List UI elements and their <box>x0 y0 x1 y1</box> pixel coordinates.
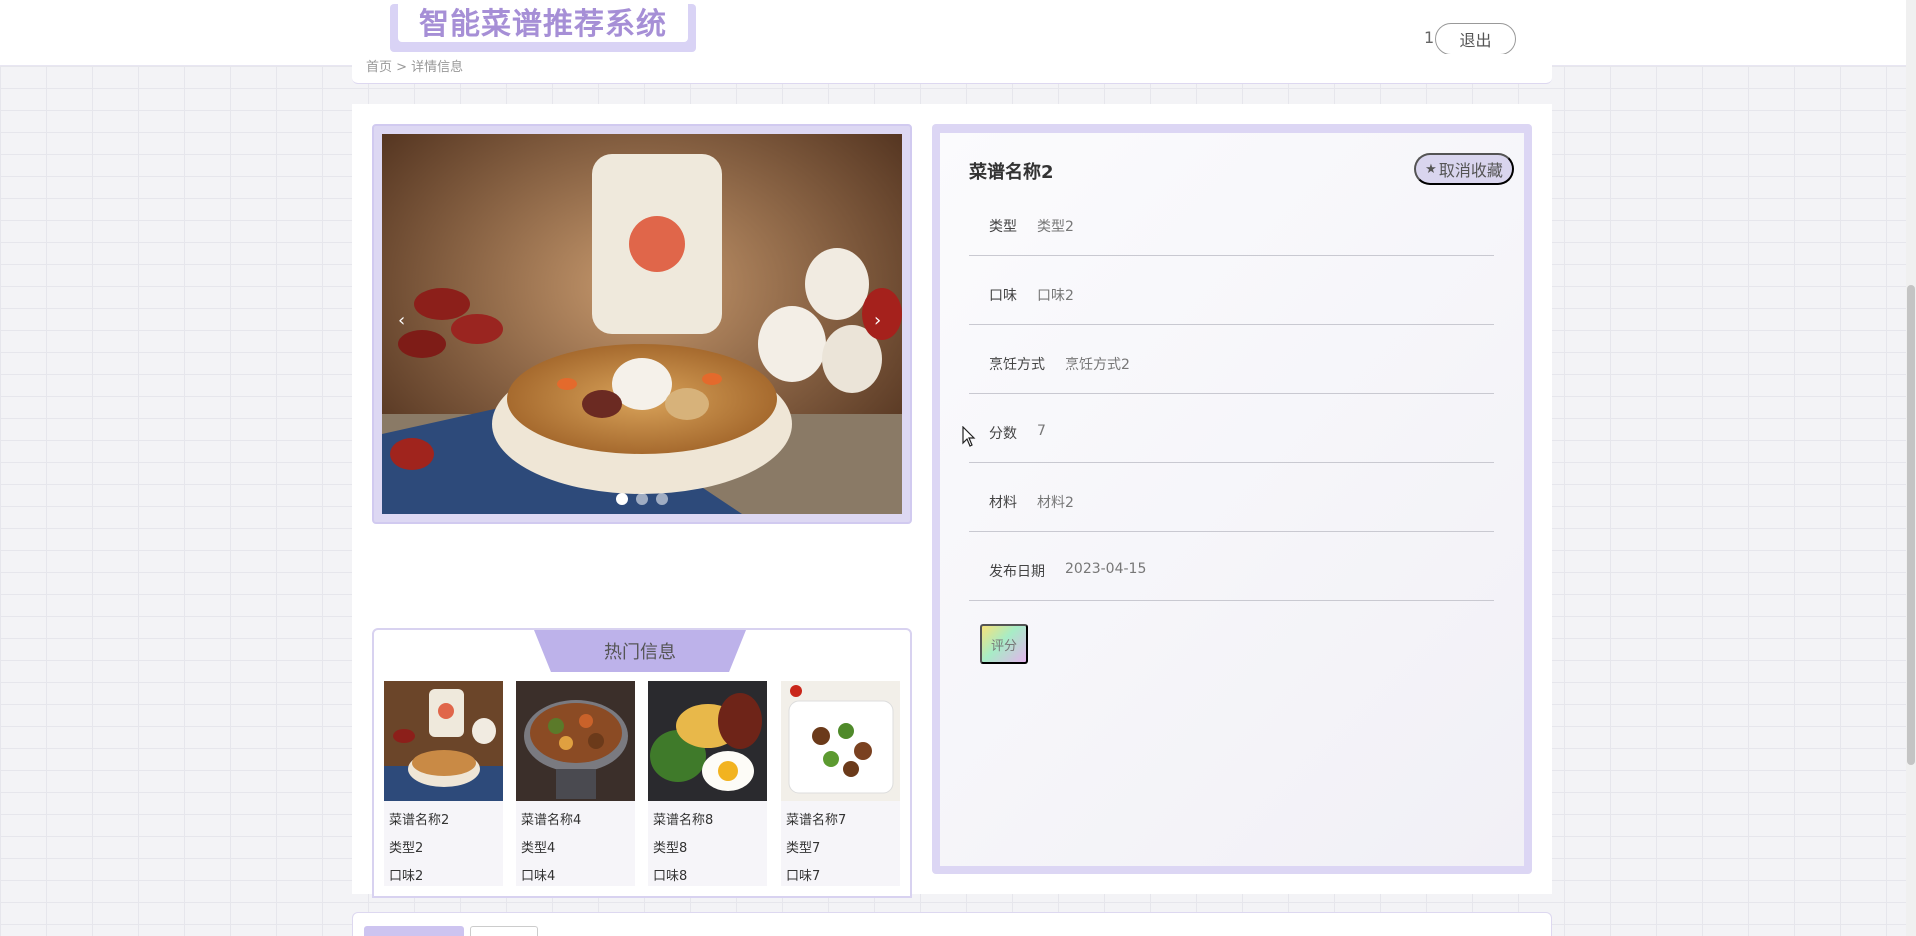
breadcrumb-bar: 首页 > 详情信息 <box>352 54 1552 84</box>
soup-thumbnail <box>384 681 503 801</box>
stirfry-dish-thumbnail <box>781 681 900 801</box>
hot-card-name: 菜谱名称2 <box>389 813 450 828</box>
hot-card-4[interactable]: 菜谱名称7 类型7 口味7 <box>781 681 900 886</box>
unfavorite-label: 取消收藏 <box>1438 163 1503 180</box>
hot-card-taste: 口味8 <box>653 869 688 884</box>
field-value-type: 类型2 <box>1037 219 1074 235</box>
field-label-cooking-method: 烹饪方式 <box>989 357 1045 373</box>
bottom-tab[interactable] <box>470 926 538 936</box>
hot-card-type: 类型4 <box>521 841 556 856</box>
rate-button[interactable]: 评分 <box>980 624 1028 664</box>
hot-card-2[interactable]: 菜谱名称4 类型4 口味4 <box>516 681 635 886</box>
carousel-next-button[interactable]: › <box>874 310 881 331</box>
site-title: 智能菜谱推荐系统 <box>398 0 688 42</box>
hot-card-taste: 口味4 <box>521 869 556 884</box>
scrollbar-thumb[interactable] <box>1907 285 1915 765</box>
hot-card-type: 类型7 <box>786 841 821 856</box>
divider <box>969 255 1494 256</box>
field-value-taste: 口味2 <box>1037 288 1074 304</box>
username: 1 <box>1424 28 1435 47</box>
field-label-score: 分数 <box>989 426 1017 442</box>
carousel-dot-2[interactable] <box>636 493 648 505</box>
soup-photo <box>382 134 902 514</box>
field-value-ingredients: 材料2 <box>1037 495 1074 511</box>
field-value-cooking-method: 烹饪方式2 <box>1065 357 1130 373</box>
divider <box>969 462 1494 463</box>
star-icon: ★ <box>1425 161 1437 176</box>
stirfry-pot-thumbnail <box>516 681 635 801</box>
hot-card-name: 菜谱名称4 <box>521 813 582 828</box>
hot-card-3[interactable]: 菜谱名称8 类型8 口味8 <box>648 681 767 886</box>
hot-card-taste: 口味2 <box>389 869 424 884</box>
breadcrumb: 首页 > 详情信息 <box>366 60 464 75</box>
recipe-title: 菜谱名称2 <box>969 162 1054 183</box>
divider <box>969 393 1494 394</box>
hot-card-image[interactable] <box>781 681 900 801</box>
detail-panel <box>940 133 1524 866</box>
field-label-taste: 口味 <box>989 288 1017 304</box>
divider <box>969 531 1494 532</box>
hot-card-image[interactable] <box>516 681 635 801</box>
field-label-publish-date: 发布日期 <box>989 564 1045 580</box>
logout-button[interactable]: 退出 <box>1435 23 1516 55</box>
carousel-image[interactable] <box>382 134 902 514</box>
hot-card-type: 类型8 <box>653 841 688 856</box>
bottom-tab-active[interactable] <box>364 926 464 936</box>
rice-plate-thumbnail <box>648 681 767 801</box>
carousel-prev-button[interactable]: ‹ <box>398 310 405 331</box>
carousel-dot-1[interactable] <box>616 493 628 505</box>
hot-card-name: 菜谱名称7 <box>786 813 847 828</box>
hot-card-image[interactable] <box>384 681 503 801</box>
field-value-publish-date: 2023-04-15 <box>1065 561 1147 577</box>
carousel-dot-3[interactable] <box>656 493 668 505</box>
hot-info-title: 热门信息 <box>534 630 746 672</box>
hot-card-name: 菜谱名称8 <box>653 813 714 828</box>
divider <box>969 600 1494 601</box>
hot-card-taste: 口味7 <box>786 869 821 884</box>
divider <box>969 324 1494 325</box>
field-label-type: 类型 <box>989 219 1017 235</box>
mouse-cursor-icon <box>962 426 976 447</box>
unfavorite-button[interactable]: ★ 取消收藏 <box>1414 153 1514 185</box>
field-value-score: 7 <box>1037 423 1046 439</box>
hot-card-1[interactable]: 菜谱名称2 类型2 口味2 <box>384 681 503 886</box>
field-label-ingredients: 材料 <box>989 495 1017 511</box>
hot-card-image[interactable] <box>648 681 767 801</box>
hot-card-type: 类型2 <box>389 841 424 856</box>
